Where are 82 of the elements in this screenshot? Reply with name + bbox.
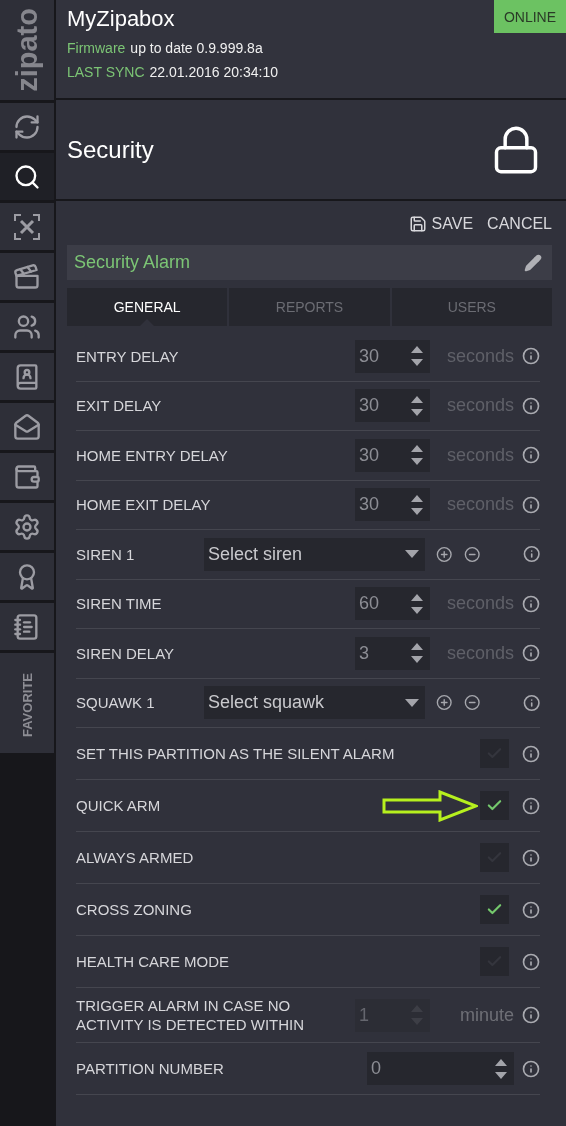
info-icon[interactable] [522, 495, 540, 514]
envelope-icon [13, 412, 41, 441]
setting-label: HOME EXIT DELAY [76, 495, 212, 515]
info-icon[interactable] [522, 952, 540, 971]
tab[interactable]: GENERAL [67, 288, 228, 326]
remove-icon[interactable] [464, 694, 481, 712]
setting-label: SET THIS PARTITION AS THE SILENT ALARM [76, 744, 396, 763]
info-icon[interactable] [522, 900, 540, 919]
info-icon[interactable] [522, 545, 540, 564]
info-icon[interactable] [522, 796, 540, 815]
stepper-icon[interactable] [410, 642, 424, 665]
setting-label: SIREN TIME [76, 594, 163, 614]
wallet-icon [13, 462, 41, 491]
info-icon[interactable] [522, 693, 540, 712]
setting-label: PARTITION NUMBER [76, 1059, 225, 1078]
people-icon [13, 312, 41, 341]
cross-box-icon [13, 212, 41, 241]
edit-icon[interactable] [524, 253, 542, 272]
checkbox[interactable] [480, 791, 509, 820]
info-icon[interactable] [522, 446, 540, 465]
status-badge: ONLINE [493, 0, 566, 33]
sync-label: LAST SYNC [67, 64, 145, 80]
info-icon[interactable] [522, 848, 540, 867]
select-dropdown[interactable]: Select squawk [204, 686, 425, 720]
select-dropdown[interactable]: Select siren [204, 537, 425, 571]
info-icon[interactable] [522, 1006, 540, 1024]
setting-label: HOME ENTRY DELAY [76, 445, 229, 465]
save-button[interactable]: SAVE [408, 213, 474, 235]
add-icon[interactable] [435, 694, 453, 712]
number-field[interactable]: 30 [355, 488, 430, 522]
caret-icon [404, 698, 419, 707]
info-icon[interactable] [522, 396, 540, 415]
tab[interactable]: REPORTS [229, 288, 390, 326]
device-title: MyZipabox [67, 6, 176, 32]
number-field[interactable]: 30 [355, 339, 430, 373]
stepper-icon[interactable] [410, 345, 424, 368]
setting-label: CROSS ZONING [76, 900, 193, 919]
zipato-logo: zipato [10, 8, 44, 92]
setting-label: SIREN 1 [76, 544, 136, 564]
stepper-icon[interactable] [410, 592, 424, 615]
info-icon[interactable] [522, 347, 540, 366]
setting-label: HEALTH CARE MODE [76, 952, 231, 971]
number-field[interactable]: 3 [355, 636, 430, 670]
setting-label: EXIT DELAY [76, 396, 163, 416]
stepper-icon[interactable] [410, 493, 424, 516]
stepper-icon[interactable] [494, 1057, 508, 1080]
info-icon[interactable] [522, 644, 540, 663]
setting-label: QUICK ARM [76, 796, 162, 815]
number-field[interactable]: 60 [355, 587, 430, 621]
setting-label: SIREN DELAY [76, 643, 176, 663]
number-field[interactable]: 30 [355, 389, 430, 423]
sidebar-tab[interactable]: FAVORITE [0, 653, 54, 753]
setting-label: ALWAYS ARMED [76, 848, 195, 867]
notebook-icon [13, 612, 41, 641]
add-icon[interactable] [435, 545, 453, 563]
panel-title: Security Alarm [74, 252, 191, 273]
sidebar-item[interactable] [0, 153, 54, 200]
stepper-icon[interactable] [410, 394, 424, 417]
setting-label: SQUAWK 1 [76, 693, 156, 713]
info-icon[interactable] [522, 594, 540, 613]
setting-label: ENTRY DELAY [76, 346, 180, 366]
number-field[interactable]: 0 [367, 1052, 514, 1085]
cancel-button[interactable]: CANCEL [487, 213, 552, 235]
remove-icon[interactable] [464, 545, 481, 563]
firmware-value: up to date 0.9.999.8a [130, 40, 263, 56]
settings-icon [13, 512, 41, 541]
save-icon [408, 215, 427, 233]
checkbox[interactable] [480, 895, 509, 924]
sync-value: 22.01.2016 20:34:10 [149, 64, 278, 80]
tab[interactable]: USERS [391, 288, 552, 326]
firmware-label: Firmware [67, 40, 126, 56]
info-icon[interactable] [522, 744, 540, 763]
info-icon[interactable] [522, 1059, 540, 1078]
sync-icon [13, 112, 41, 141]
stepper-icon[interactable] [410, 444, 424, 467]
setting-label: TRIGGER ALARM IN CASE NO ACTIVITY IS DETECTED WITHIN [76, 996, 306, 1034]
number-field[interactable]: 30 [355, 438, 430, 472]
caret-icon [404, 550, 419, 559]
clapperboard-icon [13, 262, 41, 291]
search-icon [13, 162, 41, 191]
unit-label: minute [458, 1004, 514, 1026]
section-title: Security [67, 135, 154, 164]
